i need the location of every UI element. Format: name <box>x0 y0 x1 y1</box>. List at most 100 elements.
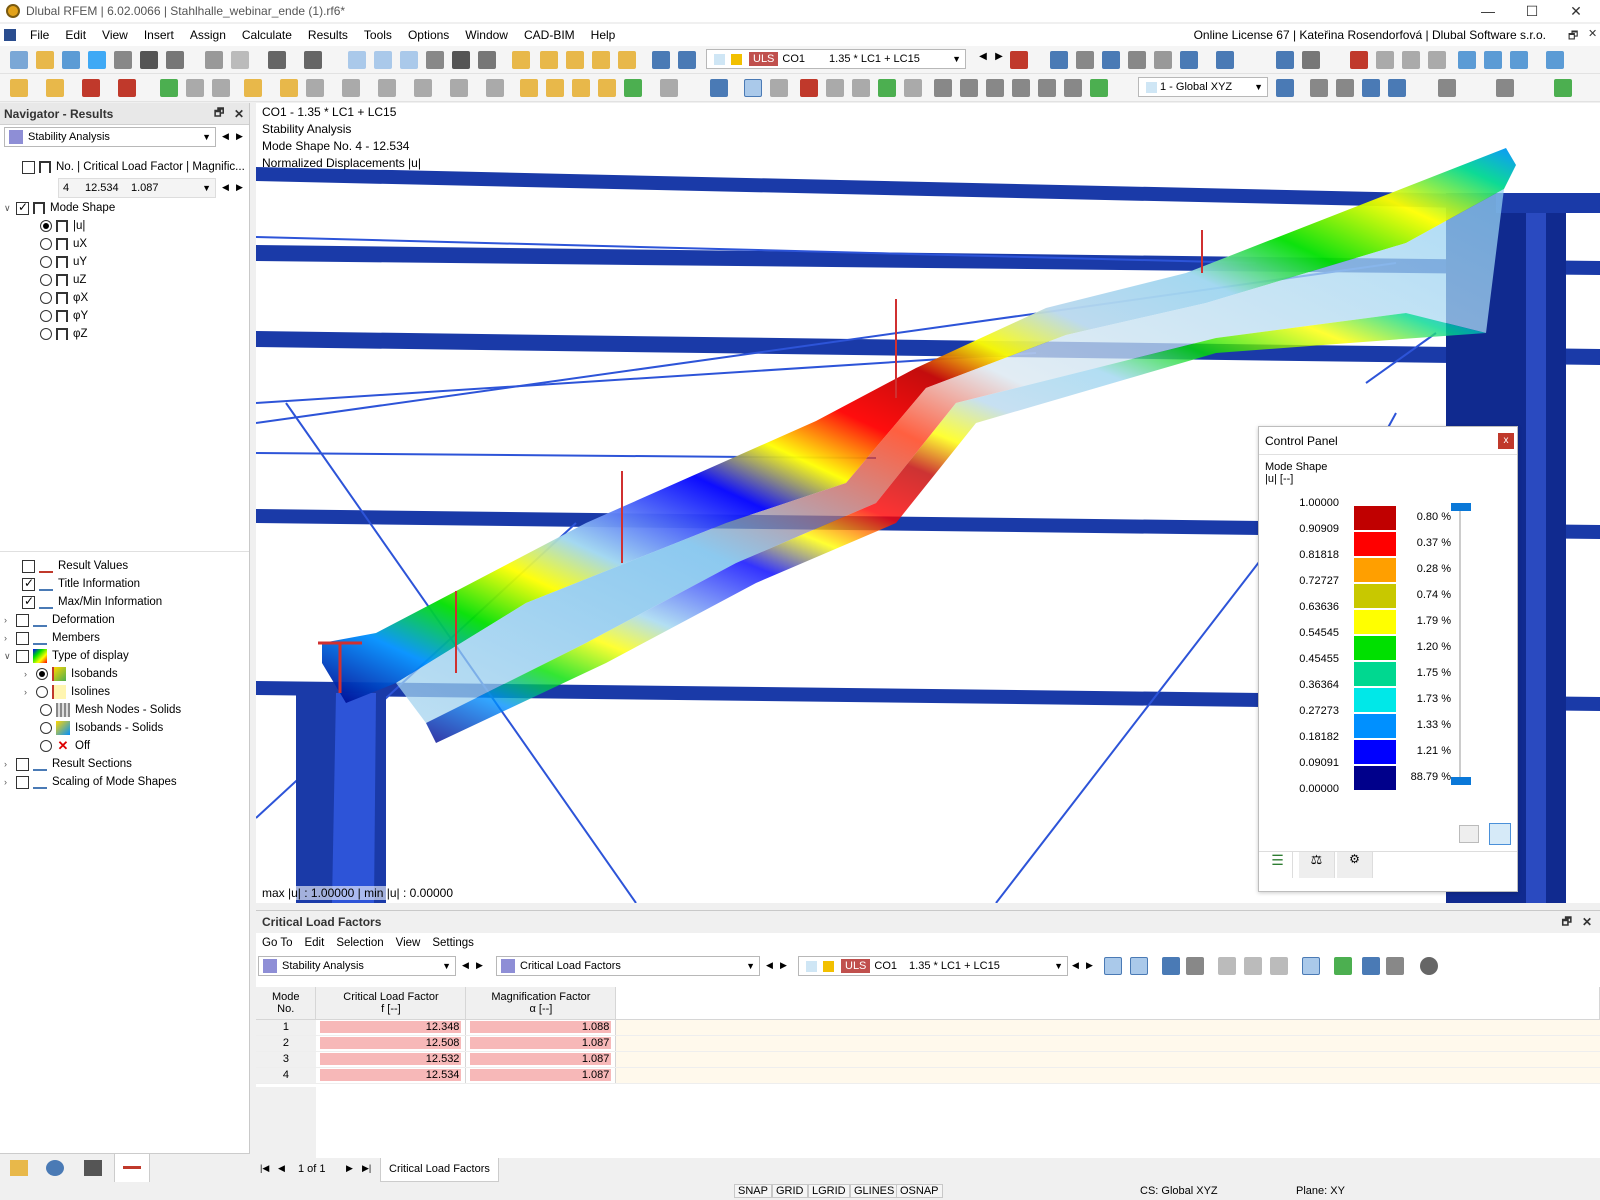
pen-icon[interactable] <box>904 79 922 97</box>
cube1-icon[interactable] <box>1376 51 1394 69</box>
checkbox[interactable] <box>22 559 35 573</box>
minimize-icon[interactable]: — <box>1466 0 1510 22</box>
status-osnap[interactable]: OSNAP <box>896 1184 943 1198</box>
menu-tools[interactable]: Tools <box>356 28 400 42</box>
item-mesh-nodes-solids[interactable]: Mesh Nodes - Solids <box>40 701 181 719</box>
checkbox[interactable] <box>22 594 35 609</box>
component-uy[interactable]: uY <box>40 253 87 271</box>
script-icon[interactable] <box>452 51 470 69</box>
calc-icon[interactable] <box>512 51 530 69</box>
checkbox[interactable] <box>16 757 29 771</box>
deform-icon[interactable] <box>1102 51 1120 69</box>
chevron-down-icon[interactable]: ▼ <box>746 961 755 971</box>
show-results-icon[interactable] <box>1050 51 1068 69</box>
web-icon[interactable] <box>88 51 106 69</box>
menu-results[interactable]: Results <box>300 28 356 42</box>
next-icon[interactable]: ▶ <box>780 960 787 971</box>
animate-icon[interactable] <box>1276 51 1294 69</box>
section-icon[interactable] <box>770 79 788 97</box>
join-icon[interactable] <box>546 79 564 97</box>
mode-shape-checkbox[interactable] <box>16 200 29 215</box>
menu-window[interactable]: Window <box>457 28 516 42</box>
extend-icon[interactable] <box>572 79 590 97</box>
view-icon[interactable] <box>1162 957 1180 975</box>
results-close-icon[interactable]: ✕ <box>1582 915 1592 929</box>
table-row[interactable]: 2 12.508 1.087 <box>256 1035 1600 1052</box>
cs-icon[interactable] <box>1276 79 1294 97</box>
tree-mode-shape[interactable]: ∨ Mode Shape <box>4 199 115 217</box>
radio[interactable] <box>40 310 52 322</box>
radio[interactable] <box>40 722 52 734</box>
cube2-icon[interactable] <box>1402 51 1420 69</box>
workplane-icon[interactable] <box>1496 79 1514 97</box>
item-isobands[interactable]: › Isobands <box>24 665 118 683</box>
radio[interactable] <box>40 328 52 340</box>
chevron-down-icon[interactable]: ▼ <box>1254 82 1263 92</box>
radio[interactable] <box>40 274 52 286</box>
chart-icon[interactable] <box>1302 957 1320 975</box>
select-in-table-icon[interactable] <box>1104 957 1122 975</box>
radio[interactable] <box>40 238 52 250</box>
lines4-icon[interactable] <box>1012 79 1030 97</box>
lines5-icon[interactable] <box>1038 79 1056 97</box>
divide-icon[interactable] <box>520 79 538 97</box>
legend-slider-track[interactable] <box>1451 503 1471 785</box>
expand-icon[interactable]: › <box>24 669 34 679</box>
axis-view-icon[interactable] <box>878 79 896 97</box>
item-isobands-solids[interactable]: Isobands - Solids <box>40 719 163 737</box>
pin-icon[interactable]: 🗗 <box>214 104 224 123</box>
values2-icon[interactable] <box>1128 51 1146 69</box>
undock-icon[interactable]: 🗗 <box>1562 913 1572 932</box>
menu-view[interactable]: View <box>390 937 427 949</box>
item-type-of-display[interactable]: ∨ Type of display <box>4 647 129 665</box>
component-phiy[interactable]: φY <box>40 307 88 325</box>
radio[interactable] <box>36 668 48 680</box>
data-tab-icon[interactable] <box>10 1160 28 1176</box>
load-wizard-icon[interactable] <box>652 51 670 69</box>
expand-icon[interactable]: › <box>4 615 14 625</box>
col-critical-load-factor[interactable]: Critical Load Factor f [--] <box>315 987 467 1020</box>
component-phix[interactable]: φX <box>40 289 88 307</box>
item-scaling-mode-shapes[interactable]: › Scaling of Mode Shapes <box>4 773 177 791</box>
mirror-icon[interactable] <box>486 79 504 97</box>
radio[interactable] <box>40 704 52 716</box>
deformation-icon[interactable] <box>800 79 818 97</box>
app-menu-icon[interactable] <box>4 29 16 41</box>
snap-active-icon[interactable] <box>1362 79 1380 97</box>
load-case-select[interactable]: ULS CO1 1.35 * LC1 + LC15 ▼ <box>706 49 966 69</box>
axis-z-icon[interactable] <box>1510 51 1528 69</box>
print-icon[interactable] <box>114 51 132 69</box>
results-tab[interactable] <box>114 1154 150 1183</box>
menu-help[interactable]: Help <box>583 28 624 42</box>
axis-iso-icon[interactable] <box>1546 51 1564 69</box>
settings-icon[interactable] <box>1554 79 1572 97</box>
export-icon[interactable] <box>1334 957 1352 975</box>
component-u[interactable]: |u| <box>40 217 85 235</box>
table-row[interactable]: 4 12.534 1.087 <box>256 1067 1600 1084</box>
factor-header-row[interactable]: No. | Critical Load Factor | Magnific... <box>22 158 245 176</box>
menu-goto[interactable]: Go To <box>256 937 298 949</box>
analysis-select[interactable]: Stability Analysis ▼ <box>4 127 216 147</box>
legend-scale-icon[interactable] <box>1489 823 1511 845</box>
menu-calculate[interactable]: Calculate <box>234 28 300 42</box>
next-icon[interactable]: ▶ <box>990 51 1008 69</box>
support-icon[interactable] <box>160 79 178 97</box>
legend-settings-icon[interactable] <box>1459 825 1479 843</box>
menu-edit[interactable]: Edit <box>298 937 330 949</box>
legend-tab-icon[interactable]: ☰ <box>1263 852 1293 878</box>
checkbox[interactable] <box>16 649 29 663</box>
menu-settings[interactable]: Settings <box>426 937 480 949</box>
radio[interactable] <box>40 220 52 232</box>
columns-icon[interactable] <box>1218 957 1236 975</box>
item-result-sections[interactable]: › Result Sections <box>4 755 132 773</box>
select-in-graphic-icon[interactable] <box>1130 957 1148 975</box>
status-lgrid[interactable]: LGRID <box>808 1184 850 1198</box>
new-icon[interactable] <box>10 51 28 69</box>
last-page-icon[interactable]: ▶| <box>362 1163 371 1174</box>
chevron-down-icon[interactable]: ▼ <box>202 132 211 142</box>
menu-edit[interactable]: Edit <box>57 28 94 42</box>
lines-icon[interactable] <box>934 79 952 97</box>
checkbox[interactable] <box>22 576 35 591</box>
checkbox[interactable] <box>16 631 29 645</box>
values-icon[interactable] <box>1186 957 1204 975</box>
